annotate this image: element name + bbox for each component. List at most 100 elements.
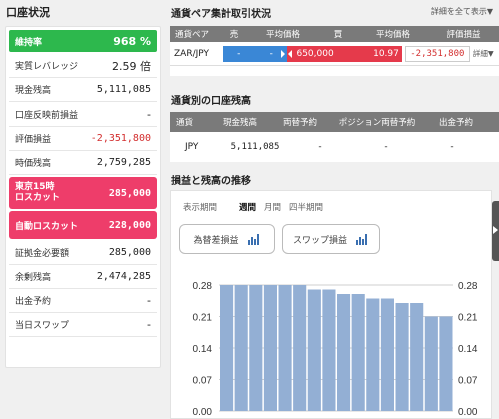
balance-withdraw: -	[450, 142, 454, 152]
account-row-value: 2.59 倍	[112, 59, 151, 73]
chart-bar[interactable]	[366, 298, 380, 412]
pair-pl-value: -2,351,800	[404, 45, 470, 62]
account-row-label: 出金予約	[15, 297, 52, 307]
pair-row-zarjpy[interactable]: ZAR/JPY - - 650,000 10.97 -2,351,800 詳細▼	[170, 42, 499, 66]
account-row: 証拠金必要額 285,000	[9, 241, 157, 265]
y-tick-left: 0.07	[193, 376, 213, 387]
bar-chart-icon	[247, 234, 259, 245]
y-tick-left: 0.28	[193, 281, 213, 292]
account-row-label: 自動ロスカット	[15, 221, 79, 232]
header-withdraw: 出金予約	[438, 118, 473, 128]
header-pair: 通貨ペア	[175, 30, 210, 40]
y-tick-right: 0.28	[458, 281, 478, 292]
buy-qty: 650,000	[296, 48, 334, 59]
account-row: 余剰残高 2,474,285	[9, 265, 157, 289]
bar-chart-icon	[356, 234, 367, 245]
fx-pl-label: 為替差損益	[193, 235, 239, 246]
chart-bar[interactable]	[249, 285, 263, 411]
balance-currency: JPY	[185, 142, 199, 152]
pair-name: ZAR/JPY	[174, 48, 209, 59]
account-row: 評価損益 -2,351,800	[9, 127, 157, 151]
account-row-value: 5,111,085	[96, 84, 151, 95]
fx-pl-button[interactable]: 為替差損益	[179, 224, 275, 254]
account-row-label: 現金残高	[15, 86, 52, 96]
chart-bar[interactable]	[410, 303, 424, 411]
swap-pl-button[interactable]: スワップ損益	[282, 224, 380, 254]
chart-bar[interactable]	[293, 285, 307, 411]
chart-bar[interactable]	[307, 289, 321, 412]
y-tick-right: 0.21	[458, 313, 478, 324]
balance-position-exchange: -	[384, 142, 388, 152]
account-row-value: -	[147, 294, 151, 307]
chart-bar[interactable]	[424, 316, 438, 412]
header-sell-avg: 平均価格	[265, 30, 300, 40]
chart-bar[interactable]	[395, 303, 409, 411]
account-row-value: 968 %	[113, 34, 151, 48]
account-status-panel: 維持率 968 % 実質レバレッジ 2.59 倍現金残高 5,111,085 口座反映前損…	[5, 26, 161, 368]
balance-section-title: 通貨別の口座残高	[171, 96, 251, 107]
chart-bar[interactable]	[351, 294, 365, 411]
trend-bar-chart: 0.28 0.28 0.21 0.21 0.14 0.14 0.07 0.07 0.00 0.00	[193, 281, 478, 418]
pair-table: 通貨ペア 売 平均価格 買 平均価格 評価損益 ZAR/JPY - - 650,…	[170, 26, 499, 76]
y-tick-left: 0.14	[193, 344, 213, 355]
side-panel-handle[interactable]	[492, 201, 499, 261]
account-status-title: 口座状況	[6, 6, 50, 19]
header-buy-avg: 平均価格	[375, 30, 410, 40]
balance-table: 通貨 現金残高 両替予約 ポジション両替予約 出金予約 JPY 5,111,08…	[170, 112, 499, 162]
account-row-label: 評価損益	[15, 135, 52, 145]
period-label: 表示期間	[183, 203, 218, 213]
trend-section-title: 損益と残高の推移	[171, 176, 251, 187]
account-row-label: 余剰残高	[15, 273, 52, 283]
tab-month[interactable]: 月間	[264, 201, 281, 213]
chart-bar[interactable]	[263, 285, 277, 411]
balance-row-jpy: JPY 5,111,085 - - -	[170, 132, 499, 162]
sell-arrow-icon	[281, 49, 286, 58]
trend-panel: 表示期間 週間 月間 四半期間 為替差損益 スワップ損益 0.28 0.28 0.2…	[170, 190, 492, 419]
swap-pl-label: スワップ損益	[292, 235, 347, 246]
account-row-label: 時価残高	[15, 159, 52, 169]
tab-week[interactable]: 週間	[239, 201, 256, 213]
buy-arrow-icon	[288, 49, 293, 58]
header-cash: 現金残高	[222, 118, 257, 128]
detail-toggle[interactable]: 詳細▼	[470, 42, 499, 65]
balance-exchange: -	[318, 142, 322, 152]
pair-table-header: 通貨ペア 売 平均価格 買 平均価格 評価損益	[170, 26, 499, 42]
account-row-label: 口座反映前損益	[15, 110, 79, 121]
account-row-value: 2,474,285	[96, 271, 151, 282]
account-row: 当日スワップ -	[9, 313, 157, 337]
account-row-label: 東京15時 ロスカット	[15, 182, 61, 203]
chart-bar[interactable]	[380, 298, 394, 412]
account-row: 現金残高 5,111,085	[9, 78, 157, 102]
chart-bar[interactable]	[439, 316, 453, 412]
header-sell: 売	[229, 30, 239, 40]
y-tick-right: 0.14	[458, 344, 478, 355]
chart-bar[interactable]	[278, 285, 292, 411]
chart-bar[interactable]	[234, 285, 248, 411]
tab-quarter[interactable]: 四半期間	[289, 201, 323, 213]
expand-all-link[interactable]: 詳細を全て表示▼	[431, 6, 493, 17]
account-row-label: 当日スワップ	[15, 321, 70, 331]
account-row-value: 285,000	[108, 247, 151, 258]
header-currency: 通貨	[176, 118, 194, 128]
chart-bar[interactable]	[220, 285, 234, 411]
account-row: 実質レバレッジ 2.59 倍	[9, 54, 157, 78]
buy-position-box[interactable]: 650,000 10.97	[287, 45, 402, 62]
account-row-value: 285,000	[108, 187, 151, 199]
y-tick-left: 0.21	[193, 313, 213, 324]
account-row-value: 228,000	[108, 219, 151, 231]
y-tick-right: 0.07	[458, 376, 478, 387]
balance-cash: 5,111,085	[230, 142, 280, 152]
y-tick-left: 0.00	[193, 407, 213, 418]
sell-qty: -	[237, 48, 241, 59]
chart-bar[interactable]	[337, 294, 351, 411]
header-buy: 買	[333, 30, 343, 40]
sell-position-box[interactable]: - -	[222, 45, 288, 62]
account-row-value: -	[147, 107, 151, 121]
chart-bar[interactable]	[322, 289, 336, 412]
account-row: 口座反映前損益 -	[9, 102, 157, 127]
account-row-value: -2,351,800	[90, 133, 151, 144]
account-row: 東京15時 ロスカット 285,000	[9, 177, 157, 209]
buy-avg: 10.97	[373, 48, 399, 59]
sell-avg: -	[269, 48, 273, 59]
header-position-exchange: ポジション両替予約	[338, 118, 416, 128]
